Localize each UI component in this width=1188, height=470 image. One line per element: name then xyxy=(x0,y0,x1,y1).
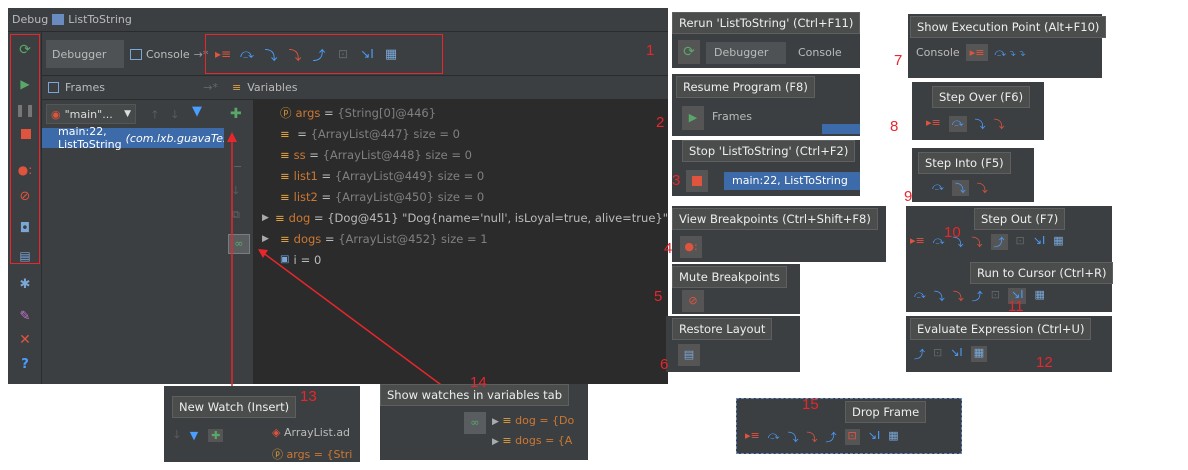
label-14: 14 xyxy=(470,374,487,391)
crop-show-watches-icon: ∞ xyxy=(464,412,486,434)
crop-show-exec-btn: ▸≡ xyxy=(965,44,989,61)
crop-step-over: Step Over (F6) ▸≡ ⤼ ⤵ ⤵ xyxy=(912,82,1044,140)
label-5: 5 xyxy=(654,288,663,305)
crop-arraylist: ◈ ArrayList.ad xyxy=(272,426,351,439)
crop-stop-square xyxy=(692,176,702,186)
crop-drop-frame: Drop Frame ▸≡ ⤼ ⤵ ⤵ ⤴ ⊡ ↘I ▦ xyxy=(736,398,962,454)
crop-view-bp-icon: ●: xyxy=(680,236,702,258)
crop-run-cursor-row: ⤼ ⤵ ⤵ ⤴ ⊡ ↘I ▦ xyxy=(914,288,1045,304)
crop-frame-text: main:22, ListToString xyxy=(732,174,848,187)
crop-mute-bp: Mute Breakpoints ⊘ xyxy=(672,264,800,314)
crop-resume: Resume Program (F8) ▶ Frames xyxy=(672,74,860,136)
tooltip-view-bp: View Breakpoints (Ctrl+Shift+F8) xyxy=(672,208,878,230)
crop-dog-text: dog = {Do xyxy=(515,414,575,427)
arrow-14-head xyxy=(258,249,268,258)
crop-frames-text: Frames xyxy=(712,110,753,123)
crop-arraylist-text: ArrayList.ad xyxy=(283,426,351,439)
crop-step-out-row: ▸≡ ⤼ ⤵ ⤵ ⤴ ⊡ ↘I ▦ xyxy=(910,234,1064,250)
crop-restore-icon: ▤ xyxy=(678,344,700,366)
crop-frame-row: main:22, ListToString xyxy=(724,172,860,190)
crop-new-watch: New Watch (Insert) 🡓 ▼ ✚ ◈ ArrayList.ad ⓟ … xyxy=(164,386,360,462)
crop-args-text: args = {Stri xyxy=(286,448,353,461)
crop-dogs-text: dogs = {A xyxy=(515,434,573,447)
crop-new-watch-row: 🡓 ▼ ✚ xyxy=(174,426,224,445)
crop-resume-sel xyxy=(822,124,860,134)
crop-show-exec-row: Console ▸≡ ⤼ ⤵ ⤵ xyxy=(916,44,1026,61)
crop-show-watches: Show watches in variables tab ∞ ▶ ≡ dog … xyxy=(380,384,588,460)
crop-show-exec: Show Execution Point (Alt+F10) Console ▸≡… xyxy=(908,14,1107,78)
label-4: 4 xyxy=(664,240,673,257)
crop-stop: Stop 'ListToString' (Ctrl+F2) main:22, L… xyxy=(672,140,860,196)
tooltip-restore: Restore Layout xyxy=(672,318,773,340)
crop-debugger-tab: Debugger xyxy=(706,42,786,64)
label-13: 13 xyxy=(300,388,317,405)
crop-step-into: Step Into (F5) ⤼ ⤵ ⤵ xyxy=(912,148,1034,202)
crop-console-text: Console xyxy=(916,46,960,59)
crop-debugger-label: Debugger xyxy=(714,46,769,59)
crop-drop-frame-row: ▸≡ ⤼ ⤵ ⤵ ⤴ ⊡ ↘I ▦ xyxy=(745,429,899,445)
tooltip-mute-bp: Mute Breakpoints xyxy=(672,266,787,288)
label-6: 6 xyxy=(660,356,669,373)
tooltip-evaluate: Evaluate Expression (Ctrl+U) xyxy=(910,318,1092,340)
tooltip-stop: Stop 'ListToString' (Ctrl+F2) xyxy=(682,140,856,162)
label-1: 1 xyxy=(646,42,655,59)
tooltip-new-watch: New Watch (Insert) xyxy=(172,396,297,418)
crop-evaluate: Evaluate Expression (Ctrl+U) ⤴ ⊡ ↘I ▦ xyxy=(906,316,1112,372)
tooltip-step-over: Step Over (F6) xyxy=(932,86,1031,108)
label-12: 12 xyxy=(1036,354,1053,371)
label-2: 2 xyxy=(656,114,665,131)
tooltip-step-out: Step Out (F7) xyxy=(974,208,1066,230)
crop-mute-icon: ⊘ xyxy=(682,290,704,312)
crop-resume-icon: ▶ xyxy=(682,106,704,130)
crop-frames-label: Frames xyxy=(712,110,752,123)
arrow-13-head xyxy=(227,132,237,142)
crop-args: ⓟ args = {Stri xyxy=(272,448,353,461)
tooltip-step-into: Step Into (F5) xyxy=(918,152,1011,174)
crop-dog: ▶ ≡ dog = {Do xyxy=(492,414,575,427)
crop-step-out: Step Out (F7) ▸≡ ⤼ ⤵ ⤵ ⤴ ⊡ ↘I ▦ xyxy=(906,206,1112,262)
crop-stop-icon xyxy=(686,170,708,192)
tooltip-resume: Resume Program (F8) xyxy=(676,76,815,98)
label-10: 10 xyxy=(944,224,961,241)
tooltip-run-cursor: Run to Cursor (Ctrl+R) xyxy=(970,262,1114,284)
crop-step-over-row: ▸≡ ⤼ ⤵ ⤵ xyxy=(926,116,1005,132)
label-8: 8 xyxy=(890,118,899,135)
crop-evaluate-row: ⤴ ⊡ ↘I ▦ xyxy=(914,346,988,362)
crop-console-tab: Console xyxy=(794,42,846,63)
crop-console-label: Console xyxy=(798,46,842,59)
tooltip-drop-frame: Drop Frame xyxy=(845,401,927,423)
tooltip-rerun: Rerun 'ListToString' (Ctrl+F11) xyxy=(672,12,861,34)
label-11: 11 xyxy=(1008,298,1024,315)
label-7: 7 xyxy=(894,52,903,69)
arrow-14 xyxy=(261,251,449,391)
crop-restore: Restore Layout ▤ xyxy=(666,316,800,372)
label-15: 15 xyxy=(802,396,819,413)
crop-rerun: Rerun 'ListToString' (Ctrl+F11) ⟳ Debugg… xyxy=(672,12,861,68)
tooltip-show-exec: Show Execution Point (Alt+F10) xyxy=(910,16,1107,38)
crop-step-icons: ⤼ ⤵ ⤵ xyxy=(994,45,1026,59)
crop-step-into-row: ⤼ ⤵ ⤵ xyxy=(932,180,988,196)
label-9: 9 xyxy=(904,188,913,205)
crop-rerun-icon: ⟳ xyxy=(678,40,700,64)
label-3: 3 xyxy=(672,172,681,189)
crop-view-bp: View Breakpoints (Ctrl+Shift+F8) ●: xyxy=(672,206,886,262)
crop-dogs: ▶ ≡ dogs = {A xyxy=(492,434,573,447)
